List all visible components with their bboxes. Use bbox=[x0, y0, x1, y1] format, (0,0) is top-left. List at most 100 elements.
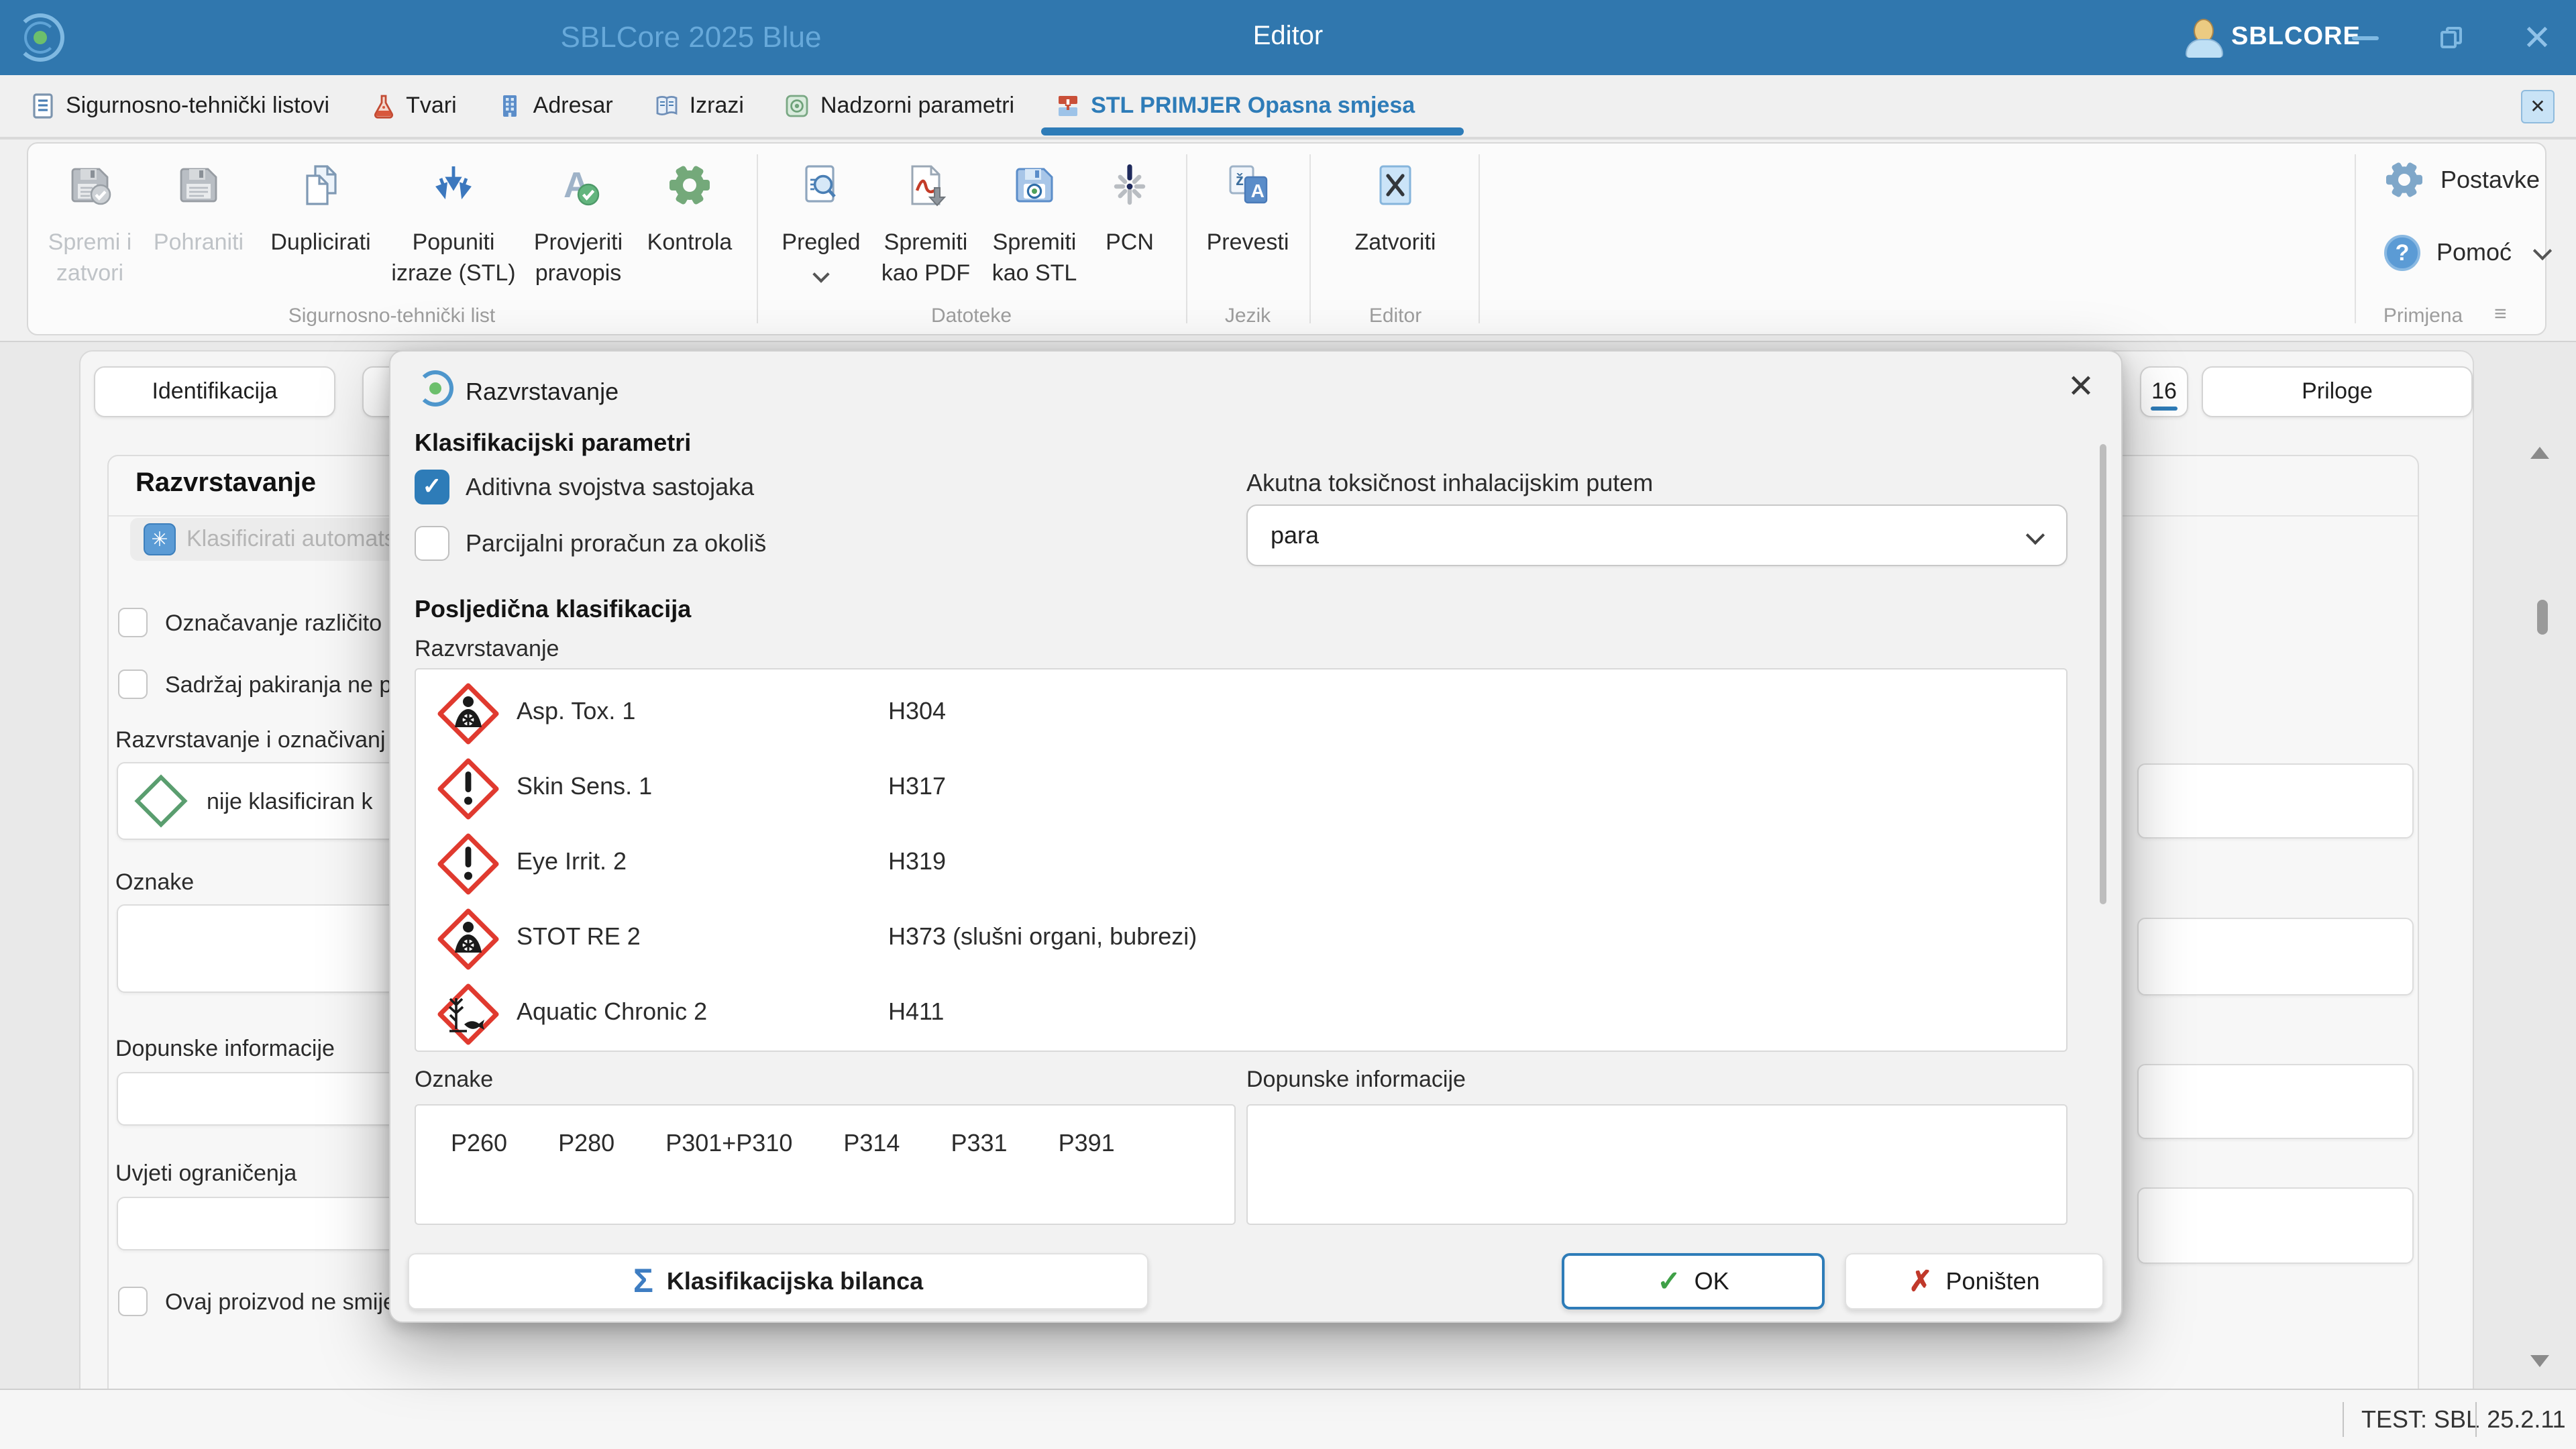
p-code[interactable]: P301+P310 bbox=[665, 1130, 792, 1224]
preview-button[interactable]: Pregled bbox=[770, 144, 872, 305]
hazard-code: H317 bbox=[888, 773, 946, 801]
p-code[interactable]: P391 bbox=[1059, 1130, 1115, 1224]
gear-icon bbox=[2386, 162, 2422, 198]
p-code[interactable]: P260 bbox=[451, 1130, 507, 1224]
nav-button-identifikacija[interactable]: Identifikacija bbox=[94, 366, 335, 417]
ribbon-item-label: Popuniti bbox=[413, 229, 495, 256]
tab-address-book[interactable]: Adresar bbox=[497, 75, 613, 137]
scrollbar-thumb[interactable] bbox=[2537, 600, 2548, 635]
group-separator bbox=[1186, 154, 1187, 323]
tab-safety-data-sheets[interactable]: Sigurnosno-tehnički listovi bbox=[30, 75, 329, 137]
tab-phrases[interactable]: Izrazi bbox=[653, 75, 744, 137]
packaging-content-checkbox[interactable] bbox=[118, 669, 148, 699]
ribbon-item-label: Spremi i bbox=[48, 229, 132, 256]
p-code[interactable]: P331 bbox=[951, 1130, 1007, 1224]
classification-row[interactable]: Skin Sens. 1 H317 bbox=[416, 751, 2066, 826]
classification-row[interactable]: Eye Irrit. 2 H319 bbox=[416, 826, 2066, 902]
right-field-4[interactable] bbox=[2137, 1187, 2414, 1264]
ribbon-item-label: Provjeriti bbox=[534, 229, 623, 256]
ribbon-item-label: kao PDF bbox=[881, 260, 970, 287]
scrollbar-up-arrow[interactable] bbox=[2530, 447, 2549, 459]
tab-stl-primjer-opasna-smjesa[interactable]: STL PRIMJER Opasna smjesa bbox=[1055, 75, 1415, 137]
tab-control-parameters[interactable]: Nadzorni parametri bbox=[784, 75, 1014, 137]
flask-icon bbox=[370, 93, 396, 119]
down-arrows-icon bbox=[402, 160, 504, 211]
ribbon-item-label: PCN bbox=[1106, 229, 1154, 256]
p-code[interactable]: P314 bbox=[843, 1130, 900, 1224]
control-button[interactable]: Kontrola bbox=[639, 144, 741, 305]
fill-phrases-button[interactable]: Popuniti izraze (STL) bbox=[402, 144, 504, 305]
cancel-button-label: Poništen bbox=[1946, 1267, 2040, 1295]
minimize-button[interactable] bbox=[2334, 0, 2396, 75]
chevron-down-icon bbox=[2533, 241, 2552, 260]
ribbon-group-label: Editor bbox=[1328, 305, 1462, 327]
dialog-logo-icon bbox=[417, 370, 453, 407]
status-divider bbox=[2343, 1402, 2344, 1437]
ribbon-item-label: Zatvoriti bbox=[1355, 229, 1436, 256]
right-field-1[interactable] bbox=[2137, 763, 2414, 839]
starburst-exclamation-icon bbox=[1079, 160, 1181, 211]
nav-button-priloge[interactable]: Priloge bbox=[2202, 366, 2473, 417]
additive-properties-label: Aditivna svojstva sastojaka bbox=[466, 474, 754, 502]
additive-properties-checkbox[interactable]: ✓ bbox=[415, 470, 449, 504]
ribbon-group-label: Datoteke bbox=[770, 305, 1173, 327]
classification-row[interactable]: Asp. Tox. 1 H304 bbox=[416, 676, 2066, 751]
save-and-close-button[interactable]: Spremi i zatvori bbox=[39, 144, 141, 305]
auto-classify-icon: ✳ bbox=[144, 523, 176, 555]
group-separator bbox=[757, 154, 758, 323]
right-field-3[interactable] bbox=[2137, 1064, 2414, 1139]
product-restriction-checkbox[interactable] bbox=[118, 1287, 148, 1316]
settings-button[interactable]: Postavke bbox=[2384, 160, 2540, 200]
ribbon-toolbar: Spremi i zatvori Pohraniti Duplicirati bbox=[0, 140, 2576, 341]
target-icon bbox=[784, 93, 811, 119]
tab-label: STL PRIMJER Opasna smjesa bbox=[1091, 93, 1415, 119]
p-code[interactable]: P280 bbox=[558, 1130, 614, 1224]
result-heading: Posljedična klasifikacija bbox=[415, 596, 691, 624]
dialog-scrollbar-thumb[interactable] bbox=[2100, 444, 2106, 904]
save-button[interactable]: Pohraniti bbox=[148, 144, 250, 305]
cancel-button[interactable]: ✗ Poništen bbox=[1845, 1253, 2104, 1309]
supplemental-info-label: Dopunske informacije bbox=[1246, 1067, 1466, 1093]
spellcheck-button[interactable]: A Provjeriti pravopis bbox=[527, 144, 629, 305]
user-avatar-icon[interactable] bbox=[2183, 17, 2223, 58]
inhalation-toxicity-select[interactable]: para bbox=[1246, 504, 2068, 566]
ghs07-exclamation-icon bbox=[437, 833, 499, 895]
tab-label: Izrazi bbox=[690, 93, 744, 119]
scrollbar-down-arrow[interactable] bbox=[2530, 1355, 2549, 1367]
classification-name: Eye Irrit. 2 bbox=[517, 848, 627, 876]
classification-name: Aquatic Chronic 2 bbox=[517, 998, 707, 1026]
save-as-stl-button[interactable]: Spremiti kao STL bbox=[983, 144, 1085, 305]
ok-button[interactable]: ✓ OK bbox=[1562, 1253, 1825, 1309]
group-options-icon[interactable]: ≡ bbox=[2494, 303, 2507, 327]
close-editor-button[interactable]: Zatvoriti bbox=[1344, 144, 1446, 305]
right-field-2[interactable] bbox=[2137, 918, 2414, 996]
classification-balance-button[interactable]: Σ Klasifikacijska bilanca bbox=[408, 1253, 1148, 1309]
partial-calculation-label: Parcijalni proračun za okoliš bbox=[466, 530, 766, 558]
dialog-close-icon[interactable]: ✕ bbox=[2057, 362, 2105, 411]
close-window-button[interactable]: ✕ bbox=[2506, 0, 2568, 75]
help-button[interactable]: ? Pomoć bbox=[2384, 235, 2549, 271]
precaution-codes-box: P260 P280 P301+P310 P314 P331 P391 bbox=[415, 1104, 1236, 1225]
labeling-different-checkbox[interactable] bbox=[118, 608, 148, 637]
nav-button-label: Priloge bbox=[2302, 378, 2373, 405]
partial-calculation-checkbox[interactable] bbox=[415, 526, 449, 561]
document-list-icon bbox=[30, 93, 56, 119]
book-icon bbox=[653, 93, 680, 119]
classification-row[interactable]: Aquatic Chronic 2 H411 bbox=[416, 977, 2066, 1052]
duplicate-button[interactable]: Duplicirati bbox=[270, 144, 372, 305]
classification-row[interactable]: STOT RE 2 H373 (slušni organi, bubrezi) bbox=[416, 902, 2066, 977]
translate-button[interactable]: žA Prevesti bbox=[1197, 144, 1299, 305]
pcn-button[interactable]: PCN bbox=[1079, 144, 1181, 305]
ghs08-health-hazard-icon bbox=[437, 908, 499, 970]
tab-substances[interactable]: Tvari bbox=[370, 75, 457, 137]
supplemental-info-field[interactable] bbox=[1246, 1104, 2068, 1225]
floppy-icon bbox=[148, 160, 250, 211]
title-bar: SBLCore 2025 Blue Editor SBLCORE ✕ bbox=[0, 0, 2576, 75]
ribbon-item-label: Prevesti bbox=[1207, 229, 1289, 256]
nav-button-section-16[interactable]: 16 bbox=[2140, 366, 2188, 417]
save-as-pdf-button[interactable]: Spremiti kao PDF bbox=[875, 144, 977, 305]
close-tab-button[interactable]: ✕ bbox=[2521, 90, 2555, 123]
group-separator bbox=[2355, 154, 2356, 323]
active-tab-indicator bbox=[1041, 127, 1464, 136]
restore-button[interactable] bbox=[2420, 0, 2482, 75]
